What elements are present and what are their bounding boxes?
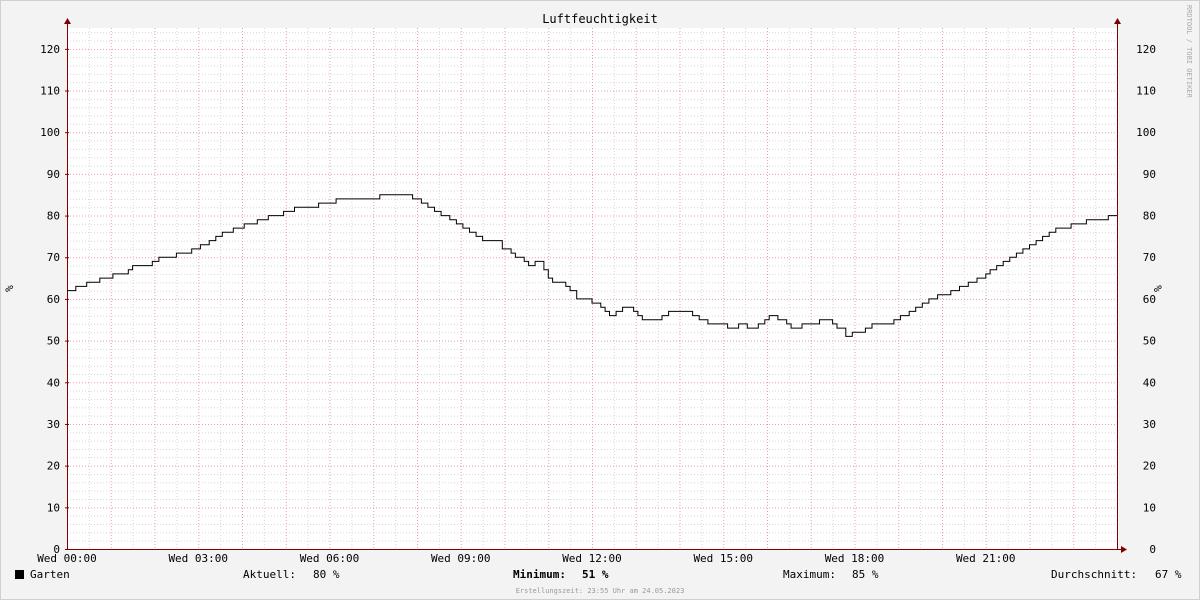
y-tick-label-left: 40: [47, 376, 60, 389]
y-tick-label-left: 110: [40, 85, 60, 98]
current-value: 80 %: [313, 568, 340, 581]
legend-label-garten: Garten: [30, 568, 70, 581]
y-axis-label-left: %: [3, 285, 16, 292]
y-tick-label-left: 10: [47, 501, 60, 514]
y-tick-label-left: 80: [47, 210, 60, 223]
y-tick-label-right: 10: [1143, 501, 1156, 514]
y-tick-label-left: 50: [47, 335, 60, 348]
x-tick-label: Wed 00:00: [37, 552, 97, 565]
y-tick-label-right: 100: [1136, 126, 1156, 139]
y-tick-label-right: 0: [1149, 543, 1156, 556]
y-tick-label-left: 120: [40, 43, 60, 56]
minimum-label: Minimum:: [513, 568, 566, 581]
y-tick-label-right: 90: [1143, 168, 1156, 181]
maximum-label: Maximum:: [783, 568, 836, 581]
rrdtool-watermark: RRDTOOL / TOBI OETIKER: [1185, 5, 1193, 98]
x-axis-arrow: [1121, 546, 1127, 553]
humidity-chart: 0 010 1020 2030 3040 4050 5060 6070 7080 8090 9010…: [3, 12, 1164, 565]
x-tick-label: Wed 15:00: [693, 552, 753, 565]
y-tick-label-left: 20: [47, 460, 60, 473]
y-axis-right-arrow: [1114, 18, 1121, 24]
y-tick-label-left: 70: [47, 251, 60, 264]
y-tick-label-left: 100: [40, 126, 60, 139]
y-tick-label-right: 70: [1143, 251, 1156, 264]
y-tick-label-right: 80: [1143, 210, 1156, 223]
chart-title: Luftfeuchtigkeit: [542, 12, 658, 26]
average-value: 67 %: [1155, 568, 1182, 581]
x-tick-label: Wed 12:00: [562, 552, 622, 565]
maximum-value: 85 %: [852, 568, 879, 581]
x-tick-label: Wed 21:00: [956, 552, 1016, 565]
y-tick-label-right: 120: [1136, 43, 1156, 56]
x-tick-label: Wed 09:00: [431, 552, 491, 565]
y-tick-label-left: 60: [47, 293, 60, 306]
y-tick-label-right: 30: [1143, 418, 1156, 431]
minimum-value: 51 %: [582, 568, 609, 581]
y-tick-label-right: 50: [1143, 335, 1156, 348]
y-axis-label-right: %: [1151, 285, 1164, 292]
legend-swatch-garten: [15, 570, 24, 579]
x-tick-label: Wed 03:00: [168, 552, 228, 565]
y-tick-label-right: 60: [1143, 293, 1156, 306]
y-axis-left-arrow: [64, 18, 71, 24]
x-tick-label: Wed 18:00: [825, 552, 885, 565]
creation-time: Erstellungszeit: 23:55 Uhr am 24.05.2023: [515, 587, 685, 595]
y-tick-label-left: 90: [47, 168, 60, 181]
y-tick-label-left: 30: [47, 418, 60, 431]
y-tick-label-right: 20: [1143, 460, 1156, 473]
y-tick-label-right: 40: [1143, 376, 1156, 389]
current-label: Aktuell:: [243, 568, 296, 581]
y-tick-label-right: 110: [1136, 85, 1156, 98]
average-label: Durchschnitt:: [1051, 568, 1138, 581]
x-tick-label: Wed 06:00: [300, 552, 360, 565]
